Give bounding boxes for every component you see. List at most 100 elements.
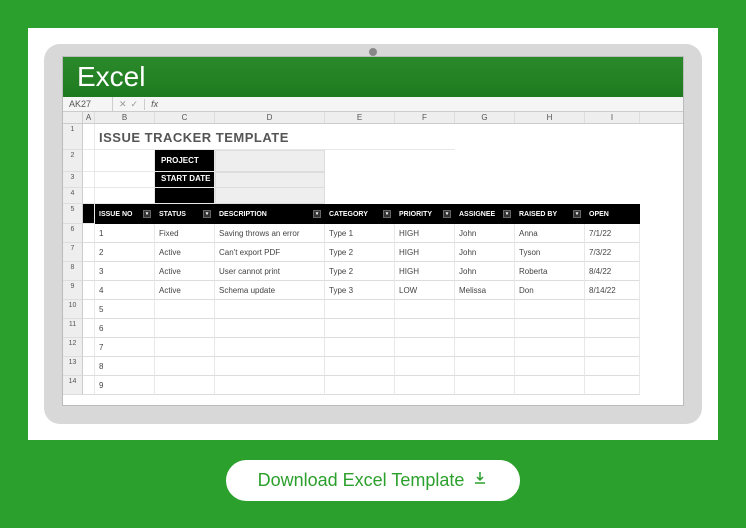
cell-assignee[interactable] [455, 357, 515, 376]
cell-raised-by[interactable] [515, 300, 585, 319]
startdate-input[interactable] [215, 172, 325, 188]
col-header[interactable]: F [395, 112, 455, 123]
project-input[interactable] [215, 150, 325, 172]
filter-icon[interactable]: ▾ [313, 210, 321, 218]
table-row[interactable]: 10 5 [63, 300, 683, 319]
cell-priority[interactable] [395, 338, 455, 357]
cell-description[interactable] [215, 376, 325, 395]
table-row[interactable]: 149 [63, 376, 683, 395]
table-row[interactable]: 83ActiveUser cannot printType 2HIGHJohnR… [63, 262, 683, 281]
row-number[interactable]: 6 [63, 224, 83, 243]
cell-category[interactable] [325, 338, 395, 357]
cell-status[interactable] [155, 300, 215, 319]
cell-priority[interactable] [395, 300, 455, 319]
cell-issue-no[interactable]: 4 [95, 281, 155, 300]
row-number[interactable]: 2 [63, 150, 83, 172]
row-number[interactable]: 5 [63, 204, 83, 224]
cell-raised-by[interactable]: Anna [515, 224, 585, 243]
row-number[interactable]: 13 [63, 357, 83, 376]
cell-open[interactable]: 7/3/22 [585, 243, 640, 262]
cell-assignee[interactable] [455, 319, 515, 338]
row-number[interactable]: 8 [63, 262, 83, 281]
row-number[interactable]: 4 [63, 188, 83, 204]
cell-priority[interactable]: LOW [395, 281, 455, 300]
table-row[interactable]: 94ActiveSchema updateType 3LOWMelissaDon… [63, 281, 683, 300]
cell-status[interactable] [155, 376, 215, 395]
cell-category[interactable] [325, 357, 395, 376]
row-number[interactable]: 14 [63, 376, 83, 395]
cell-description[interactable] [215, 357, 325, 376]
cell-category[interactable] [325, 300, 395, 319]
cell-raised-by[interactable] [515, 338, 585, 357]
cell-category[interactable]: Type 2 [325, 243, 395, 262]
cell-issue-no[interactable]: 1 [95, 224, 155, 243]
th-category[interactable]: CATEGORY▾ [325, 204, 395, 224]
cancel-icon[interactable]: ✕ [119, 99, 127, 110]
filter-icon[interactable]: ▾ [383, 210, 391, 218]
cell-description[interactable]: User cannot print [215, 262, 325, 281]
cell-category[interactable] [325, 319, 395, 338]
cell-status[interactable]: Fixed [155, 224, 215, 243]
cell-status[interactable] [155, 338, 215, 357]
table-row[interactable]: 72ActiveCan't export PDFType 2HIGHJohnTy… [63, 243, 683, 262]
spreadsheet-grid[interactable]: 1 ISSUE TRACKER TEMPLATE 2 PROJECT [63, 124, 683, 405]
col-header[interactable]: H [515, 112, 585, 123]
cell-priority[interactable] [395, 357, 455, 376]
table-row[interactable]: 13 8 [63, 357, 683, 376]
filter-icon[interactable]: ▾ [573, 210, 581, 218]
filter-icon[interactable]: ▾ [443, 210, 451, 218]
cell-assignee[interactable]: John [455, 262, 515, 281]
download-button[interactable]: Download Excel Template [224, 458, 523, 503]
cell-open[interactable]: 8/14/22 [585, 281, 640, 300]
cell-description[interactable] [215, 319, 325, 338]
cell-issue-no[interactable]: 7 [95, 338, 155, 357]
th-assignee[interactable]: ASSIGNEE▾ [455, 204, 515, 224]
cell-assignee[interactable] [455, 338, 515, 357]
cell-status[interactable]: Active [155, 281, 215, 300]
col-header[interactable]: E [325, 112, 395, 123]
row-number[interactable]: 11 [63, 319, 83, 338]
th-priority[interactable]: PRIORITY▾ [395, 204, 455, 224]
cell-assignee[interactable]: John [455, 224, 515, 243]
cell-priority[interactable]: HIGH [395, 262, 455, 281]
cell-raised-by[interactable]: Tyson [515, 243, 585, 262]
row-number[interactable]: 10 [63, 300, 83, 319]
cell-raised-by[interactable] [515, 319, 585, 338]
row-number[interactable]: 1 [63, 124, 83, 150]
row-number[interactable]: 12 [63, 338, 83, 357]
col-header[interactable]: C [155, 112, 215, 123]
cell-description[interactable]: Schema update [215, 281, 325, 300]
table-row[interactable]: 61FixedSaving throws an errorType 1HIGHJ… [63, 224, 683, 243]
cell-description[interactable] [215, 338, 325, 357]
th-description[interactable]: DESCRIPTION▾ [215, 204, 325, 224]
cell-raised-by[interactable]: Don [515, 281, 585, 300]
cell-status[interactable]: Active [155, 243, 215, 262]
col-header[interactable]: B [95, 112, 155, 123]
cell-category[interactable]: Type 1 [325, 224, 395, 243]
cell-assignee[interactable]: Melissa [455, 281, 515, 300]
th-issue-no[interactable]: ISSUE NO▾ [95, 204, 155, 224]
cell-category[interactable]: Type 3 [325, 281, 395, 300]
cell-priority[interactable] [395, 319, 455, 338]
cell-issue-no[interactable]: 6 [95, 319, 155, 338]
filter-icon[interactable]: ▾ [203, 210, 211, 218]
cell-description[interactable]: Can't export PDF [215, 243, 325, 262]
cell-open[interactable] [585, 357, 640, 376]
cell-issue-no[interactable]: 5 [95, 300, 155, 319]
col-header[interactable]: G [455, 112, 515, 123]
cell-open[interactable]: 8/4/22 [585, 262, 640, 281]
cell-open[interactable] [585, 338, 640, 357]
cell-raised-by[interactable]: Roberta [515, 262, 585, 281]
cell-assignee[interactable] [455, 300, 515, 319]
cell-issue-no[interactable]: 8 [95, 357, 155, 376]
cell-assignee[interactable]: John [455, 243, 515, 262]
cell-status[interactable] [155, 357, 215, 376]
th-raised-by[interactable]: RAISED BY▾ [515, 204, 585, 224]
cell-issue-no[interactable]: 3 [95, 262, 155, 281]
cell-raised-by[interactable] [515, 376, 585, 395]
cell-assignee[interactable] [455, 376, 515, 395]
table-row[interactable]: 11 6 [63, 319, 683, 338]
name-box[interactable]: AK27 [63, 97, 113, 111]
cell-open[interactable]: 7/1/22 [585, 224, 640, 243]
cell-issue-no[interactable]: 2 [95, 243, 155, 262]
